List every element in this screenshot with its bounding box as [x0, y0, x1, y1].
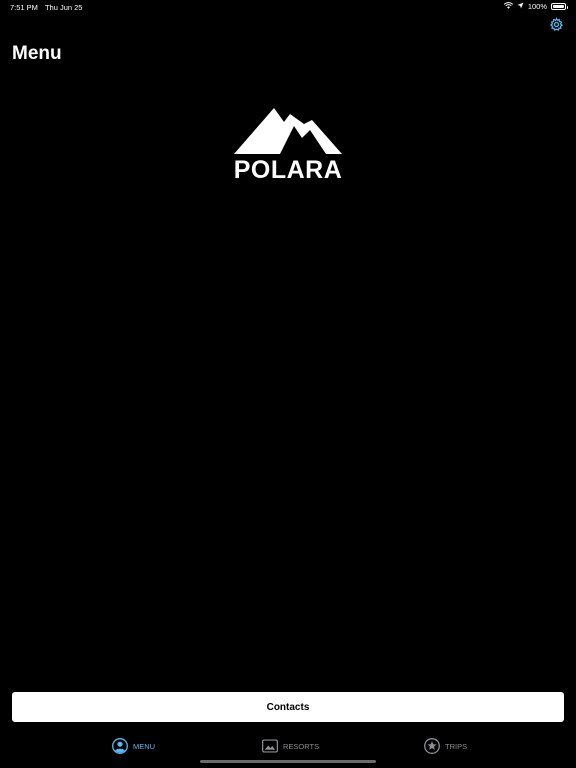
- image-icon: [262, 738, 278, 754]
- home-indicator: [200, 760, 376, 763]
- status-bar: 7:51 PM Thu Jun 25 100%: [0, 0, 576, 14]
- battery-icon: [551, 3, 568, 10]
- person-circle-icon: [112, 738, 128, 754]
- status-left: 7:51 PM Thu Jun 25: [10, 3, 82, 12]
- logo-text: POLARA: [233, 156, 343, 184]
- status-time: 7:51 PM: [10, 3, 38, 12]
- star-circle-icon: [424, 738, 440, 754]
- wifi-icon: [503, 2, 513, 11]
- location-arrow-icon: [517, 2, 524, 11]
- contacts-button[interactable]: Contacts: [12, 692, 564, 722]
- page-title: Menu: [12, 43, 62, 64]
- tab-resorts[interactable]: RESORTS: [262, 734, 319, 758]
- tab-trips[interactable]: TRIPS: [424, 734, 467, 758]
- tab-resorts-label: RESORTS: [283, 741, 320, 751]
- battery-level: [553, 5, 564, 8]
- tab-menu[interactable]: MENU: [112, 734, 155, 758]
- tab-menu-label: MENU: [133, 741, 156, 751]
- status-date: Thu Jun 25: [44, 3, 83, 12]
- tab-trips-label: TRIPS: [445, 741, 468, 751]
- tab-bar: MENU RESORTS TRIPS: [0, 734, 576, 758]
- polara-logo: POLARA: [228, 104, 348, 188]
- gear-icon: [549, 17, 564, 37]
- status-right: 100%: [503, 2, 568, 11]
- settings-button[interactable]: [548, 17, 564, 37]
- mountain-icon: [234, 108, 342, 154]
- battery-percent: 100%: [527, 2, 547, 11]
